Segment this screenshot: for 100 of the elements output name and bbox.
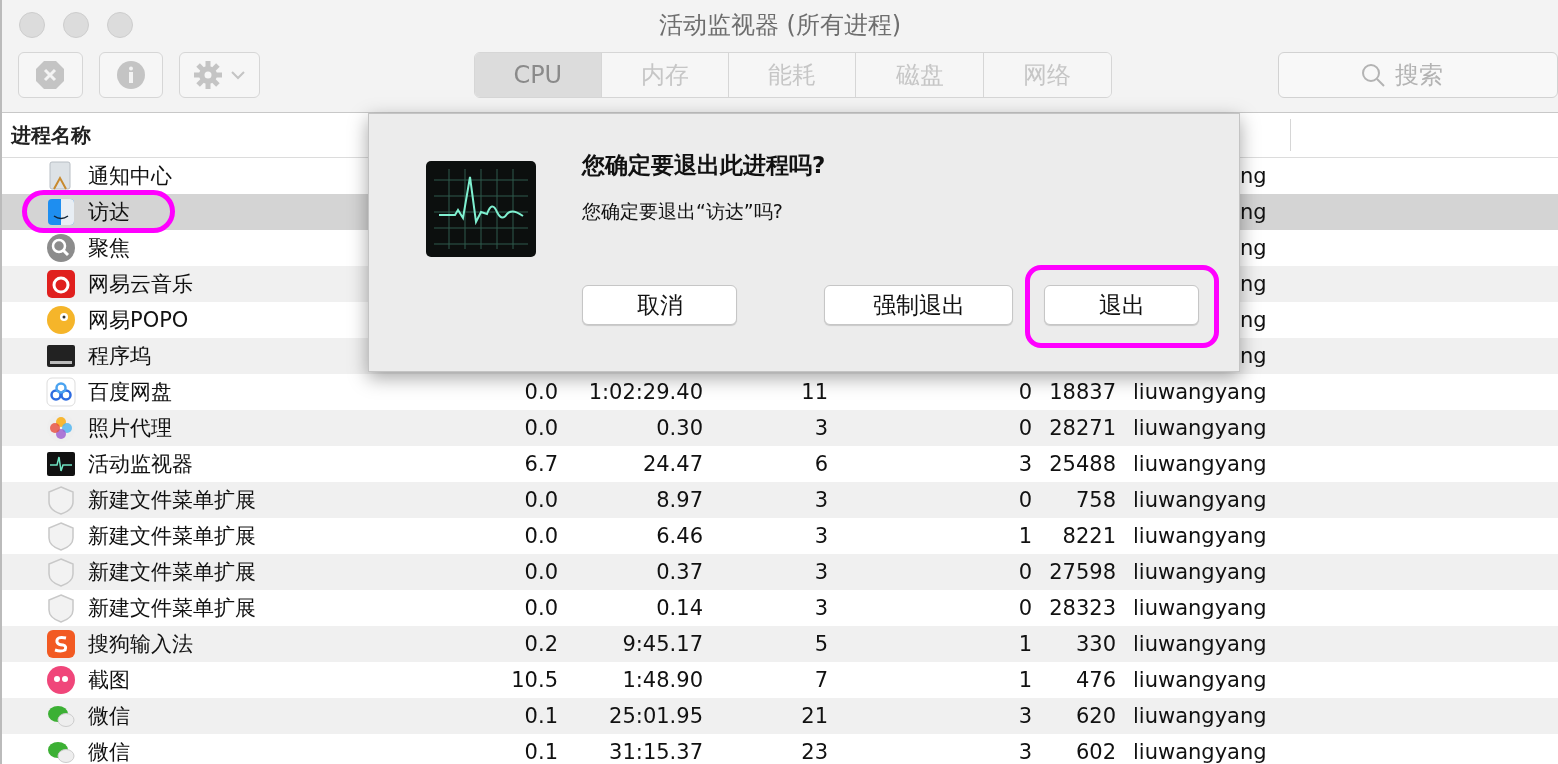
- process-name: 活动监视器: [87, 451, 194, 478]
- table-cell-text: 27598: [1048, 560, 1116, 584]
- process-row[interactable]: 新建文件菜单扩展 0.0 8.97 3 0 758 liuwangyang: [2, 482, 1558, 518]
- table-cell-text: 23: [800, 740, 828, 764]
- table-cell: liuwangyang: [1133, 452, 1267, 476]
- table-cell-text: 0.2: [523, 632, 558, 656]
- table-cell-text: 3: [1017, 452, 1032, 476]
- table-cell-text: 25:01.95: [608, 704, 703, 728]
- table-cell-text: 1: [1017, 632, 1032, 656]
- table-cell-text: 1:48.90: [621, 668, 703, 692]
- process-name: 微信: [87, 703, 131, 730]
- table-cell: liuwangyang: [1133, 524, 1267, 548]
- process-name: 微信: [87, 739, 131, 764]
- dialog-title: 您确定要退出此进程吗?: [582, 151, 827, 180]
- table-cell-text: 3: [1017, 740, 1032, 764]
- process-name: 照片代理: [87, 415, 173, 442]
- table-cell: liuwangyang: [1133, 668, 1267, 692]
- process-name: 百度网盘: [87, 379, 173, 406]
- cloud-icon: [46, 377, 76, 407]
- finder-icon: [46, 197, 76, 227]
- stop-process-button[interactable]: [18, 52, 83, 98]
- table-cell: liuwangyang: [1133, 632, 1267, 656]
- table-cell: liuwangyang: [1133, 488, 1267, 512]
- process-row[interactable]: 新建文件菜单扩展 0.0 0.37 3 0 27598 liuwangyang: [2, 554, 1558, 590]
- table-cell-text: 3: [813, 560, 828, 584]
- search-icon: [1360, 62, 1386, 88]
- process-row[interactable]: 搜狗输入法 0.2 9:45.17 5 1 330 liuwangyang: [2, 626, 1558, 662]
- table-cell-text: 0: [1017, 560, 1032, 584]
- shield-icon: [46, 593, 76, 623]
- table-cell-text: 3: [813, 416, 828, 440]
- table-cell-text: 0.0: [523, 524, 558, 548]
- table-cell-text: 8221: [1061, 524, 1116, 548]
- process-row[interactable]: 微信 0.1 25:01.95 21 3 620 liuwangyang: [2, 698, 1558, 734]
- table-cell-text: 8.97: [655, 488, 703, 512]
- table-cell-text: 18837: [1048, 380, 1116, 404]
- settings-button[interactable]: [179, 52, 260, 98]
- table-cell-text: 25488: [1048, 452, 1116, 476]
- table-cell: liuwangyang: [1133, 596, 1267, 620]
- table-cell-text: 9:45.17: [621, 632, 703, 656]
- table-cell: liuwangyang: [1133, 740, 1267, 764]
- dialog-button[interactable]: 退出: [1044, 285, 1199, 325]
- table-cell: liuwangyang: [1133, 380, 1267, 404]
- smiley-icon: [46, 305, 76, 335]
- table-cell-text: 7: [813, 668, 828, 692]
- monitor-icon: [46, 449, 76, 479]
- table-cell-text: 0: [1017, 416, 1032, 440]
- dialog-button[interactable]: 取消: [582, 285, 737, 325]
- process-name: 新建文件菜单扩展: [87, 559, 257, 586]
- table-cell-text: 5: [813, 632, 828, 656]
- process-name: 网易云音乐: [87, 271, 194, 298]
- table-cell-text: 0.0: [523, 380, 558, 404]
- table-cell-text: 0: [1017, 380, 1032, 404]
- process-name: 新建文件菜单扩展: [87, 595, 257, 622]
- table-cell-text: 330: [1074, 632, 1116, 656]
- table-cell-text: 31:15.37: [608, 740, 703, 764]
- process-name: 截图: [87, 667, 131, 694]
- window-title: 活动监视器 (所有进程): [657, 10, 903, 41]
- table-cell-text: 6.46: [655, 524, 703, 548]
- sogou-icon: [46, 629, 76, 659]
- table-cell-text: 3: [1017, 704, 1032, 728]
- info-button[interactable]: [98, 52, 164, 98]
- process-row[interactable]: 照片代理 0.0 0.30 3 0 28271 liuwangyang: [2, 410, 1558, 446]
- table-cell: liuwangyang: [1133, 416, 1267, 440]
- dialog-message: 您确定要退出“访达”吗?: [582, 199, 784, 224]
- magnifier-icon: [46, 233, 76, 263]
- table-cell-text: 6.7: [523, 452, 558, 476]
- table-cell-text: 0.0: [523, 596, 558, 620]
- table-cell-text: 0.1: [523, 704, 558, 728]
- shield-icon: [46, 521, 76, 551]
- table-cell: ng: [1240, 344, 1267, 368]
- table-cell-text: 24.47: [641, 452, 703, 476]
- table-cell-text: 0: [1017, 488, 1032, 512]
- table-cell-text: 0.0: [523, 416, 558, 440]
- table-cell-text: 0.14: [655, 596, 703, 620]
- process-name: 访达: [87, 199, 131, 226]
- activity-monitor-icon: [426, 161, 536, 257]
- process-name: 聚焦: [87, 235, 131, 262]
- table-cell-text: 620: [1074, 704, 1116, 728]
- zoom-button[interactable]: [107, 12, 133, 38]
- table-cell-text: 0.1: [523, 740, 558, 764]
- process-name: 新建文件菜单扩展: [87, 487, 257, 514]
- table-cell-text: 10.5: [510, 668, 558, 692]
- close-button[interactable]: [19, 12, 45, 38]
- caret-icon: [231, 70, 246, 80]
- search-field[interactable]: 搜索: [1278, 52, 1558, 98]
- minimize-button[interactable]: [63, 12, 89, 38]
- table-cell-text: 476: [1074, 668, 1116, 692]
- table-cell-text: 3: [813, 488, 828, 512]
- table-cell: ng: [1240, 164, 1267, 188]
- table-cell-text: 758: [1074, 488, 1116, 512]
- process-name: 通知中心: [87, 163, 173, 190]
- process-name: 搜狗输入法: [87, 631, 194, 658]
- table-cell: ng: [1240, 200, 1267, 224]
- dialog-button[interactable]: 强制退出: [824, 285, 1013, 325]
- column-header[interactable]: 进程名称: [2, 121, 91, 149]
- table-cell-text: 28271: [1048, 416, 1116, 440]
- table-cell-text: 0.0: [523, 488, 558, 512]
- process-name: 新建文件菜单扩展: [87, 523, 257, 550]
- table-cell-text: 0.37: [655, 560, 703, 584]
- shield-icon: [46, 557, 76, 587]
